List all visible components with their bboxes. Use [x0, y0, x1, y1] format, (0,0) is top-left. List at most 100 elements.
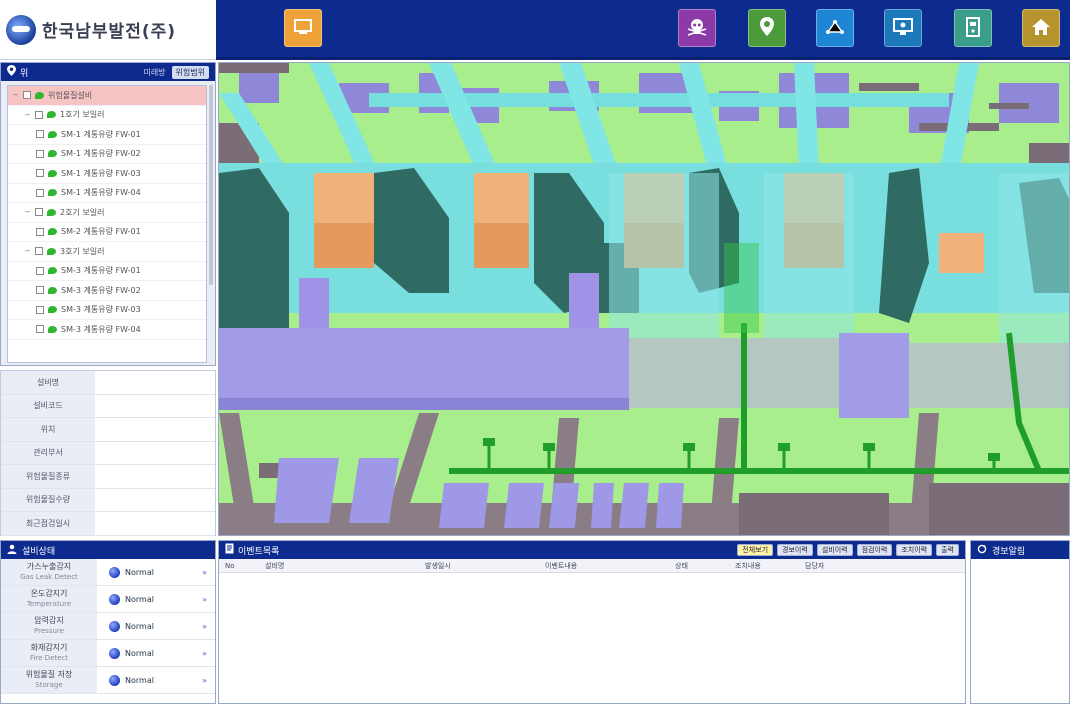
status-row[interactable]: 위험물질 저장 Storage Normal »: [1, 667, 215, 694]
status-row[interactable]: 화재감지기 Fire Detect Normal »: [1, 640, 215, 667]
column-header[interactable]: 발생일시: [419, 561, 539, 571]
device-button[interactable]: [954, 9, 992, 47]
leaf-icon: [48, 228, 57, 236]
column-header[interactable]: 상태: [669, 561, 729, 571]
property-value: [95, 512, 215, 535]
tree-scrollbar[interactable]: [209, 85, 213, 285]
status-row[interactable]: 가스누출감지 Gas Leak Detect Normal »: [1, 559, 215, 586]
tree-checkbox[interactable]: [36, 227, 44, 236]
tree-item[interactable]: SM-1 계통유량 FW-04: [8, 184, 206, 203]
leaf-icon: [47, 247, 56, 255]
status-label: 온도감지기 Temperature: [1, 586, 97, 612]
tree-checkbox[interactable]: [36, 325, 44, 334]
tree-checkbox[interactable]: [36, 305, 44, 314]
status-indicator-icon: [109, 674, 120, 686]
skull-icon: [685, 15, 709, 42]
tree-item[interactable]: − 2호기 보일러: [8, 203, 206, 223]
chevron-right-icon[interactable]: »: [202, 568, 207, 577]
tree-panel-header: 위 미래방 위험범위: [1, 63, 215, 81]
tree-item[interactable]: − 3호기 보일러: [8, 242, 206, 262]
home-icon: [1029, 15, 1053, 42]
plant-3d-viewport[interactable]: [218, 62, 1070, 536]
event-list-title: 이벤트목록: [238, 546, 280, 557]
tree-checkbox[interactable]: [35, 110, 43, 119]
property-value: [95, 371, 215, 394]
tree-expand-icon[interactable]: −: [12, 91, 19, 99]
location-button[interactable]: [748, 9, 786, 47]
status-row[interactable]: 압력감지 Pressure Normal »: [1, 613, 215, 640]
tree-item[interactable]: SM-1 계통유량 FW-02: [8, 145, 206, 164]
status-value: Normal: [125, 567, 154, 577]
property-row: 설비명: [1, 371, 215, 395]
tree-checkbox[interactable]: [36, 130, 44, 139]
event-list-button[interactable]: 경보이력: [777, 544, 813, 556]
chevron-right-icon[interactable]: »: [202, 649, 207, 658]
tree-checkbox[interactable]: [36, 188, 44, 197]
event-list-button[interactable]: 조치이력: [896, 544, 933, 556]
tree-expand-icon[interactable]: −: [24, 247, 31, 255]
tree-item[interactable]: − 위험물질설비: [8, 86, 206, 106]
tree-expand-icon[interactable]: −: [24, 111, 31, 119]
tree-checkbox[interactable]: [36, 149, 44, 158]
hazard-button[interactable]: [678, 9, 716, 47]
event-list-button[interactable]: 설비이력: [816, 544, 853, 556]
column-header[interactable]: 조치내용: [729, 561, 799, 571]
property-row: 최근점검일시: [1, 512, 215, 536]
layer-icon: [291, 15, 315, 42]
column-header[interactable]: 이벤트내용: [539, 561, 669, 571]
status-label-sub: Pressure: [34, 627, 64, 635]
property-value: [95, 395, 215, 418]
tree-checkbox[interactable]: [36, 266, 44, 275]
home-button[interactable]: [1022, 9, 1060, 47]
alarm-panel: 경보알림: [970, 540, 1070, 704]
tree-item[interactable]: SM-3 계통유량 FW-03: [8, 301, 206, 320]
status-value: Normal: [125, 648, 154, 658]
network-icon: [823, 15, 847, 42]
tree-checkbox[interactable]: [36, 169, 44, 178]
chevron-right-icon[interactable]: »: [202, 595, 207, 604]
tree-item[interactable]: SM-1 계통유량 FW-01: [8, 125, 206, 145]
property-value: [95, 418, 215, 441]
tree-item[interactable]: SM-2 계통유량 FW-01: [8, 223, 206, 242]
event-list-button[interactable]: 전체보기: [737, 544, 774, 556]
property-row: 위험물질수량: [1, 488, 215, 512]
tree-action-1[interactable]: 미래방: [143, 67, 165, 78]
tree-item[interactable]: SM-3 계통유량 FW-04: [8, 320, 206, 340]
event-list-button[interactable]: 출력: [936, 544, 959, 556]
tree-checkbox[interactable]: [23, 91, 31, 100]
tree-item[interactable]: SM-3 계통유량 FW-01: [8, 262, 206, 281]
leaf-icon: [48, 267, 57, 275]
tree-expand-icon[interactable]: −: [24, 208, 31, 216]
network-button[interactable]: [816, 9, 854, 47]
tree-item[interactable]: SM-3 계통유량 FW-02: [8, 281, 206, 301]
leaf-icon: [48, 306, 57, 314]
tree-item[interactable]: SM-1 계통유량 FW-03: [8, 164, 206, 184]
column-header[interactable]: 설비명: [259, 561, 419, 571]
column-header[interactable]: 담당자: [799, 561, 939, 571]
leaf-icon: [35, 91, 44, 99]
tree-checkbox[interactable]: [36, 286, 44, 295]
property-value: [95, 489, 215, 512]
monitor-icon: [891, 15, 915, 42]
event-list-button[interactable]: 점검이력: [856, 544, 893, 556]
status-label-main: 화재감지기: [30, 643, 68, 652]
chevron-right-icon[interactable]: »: [202, 622, 207, 631]
status-label: 위험물질 저장 Storage: [1, 667, 97, 693]
status-panel-header: 설비상태: [1, 541, 215, 559]
tree-action-2[interactable]: 위험범위: [171, 65, 209, 79]
layer-button[interactable]: [284, 9, 322, 47]
tree-item-label: SM-2 계통유량 FW-01: [61, 227, 141, 237]
column-header[interactable]: No: [219, 562, 259, 570]
leaf-icon: [48, 189, 57, 197]
status-label: 화재감지기 Fire Detect: [1, 640, 97, 666]
monitor-button[interactable]: [884, 9, 922, 47]
property-label: 설비코드: [1, 394, 95, 417]
tree-item[interactable]: − 1호기 보일러: [8, 106, 206, 125]
tree-checkbox[interactable]: [35, 208, 43, 217]
tree-item-label: 위험물질설비: [48, 90, 93, 100]
status-indicator-icon: [109, 620, 120, 632]
tree-checkbox[interactable]: [35, 247, 43, 256]
alarm-panel-header: 경보알림: [971, 541, 1069, 559]
chevron-right-icon[interactable]: »: [202, 676, 207, 685]
status-row[interactable]: 온도감지기 Temperature Normal »: [1, 586, 215, 613]
